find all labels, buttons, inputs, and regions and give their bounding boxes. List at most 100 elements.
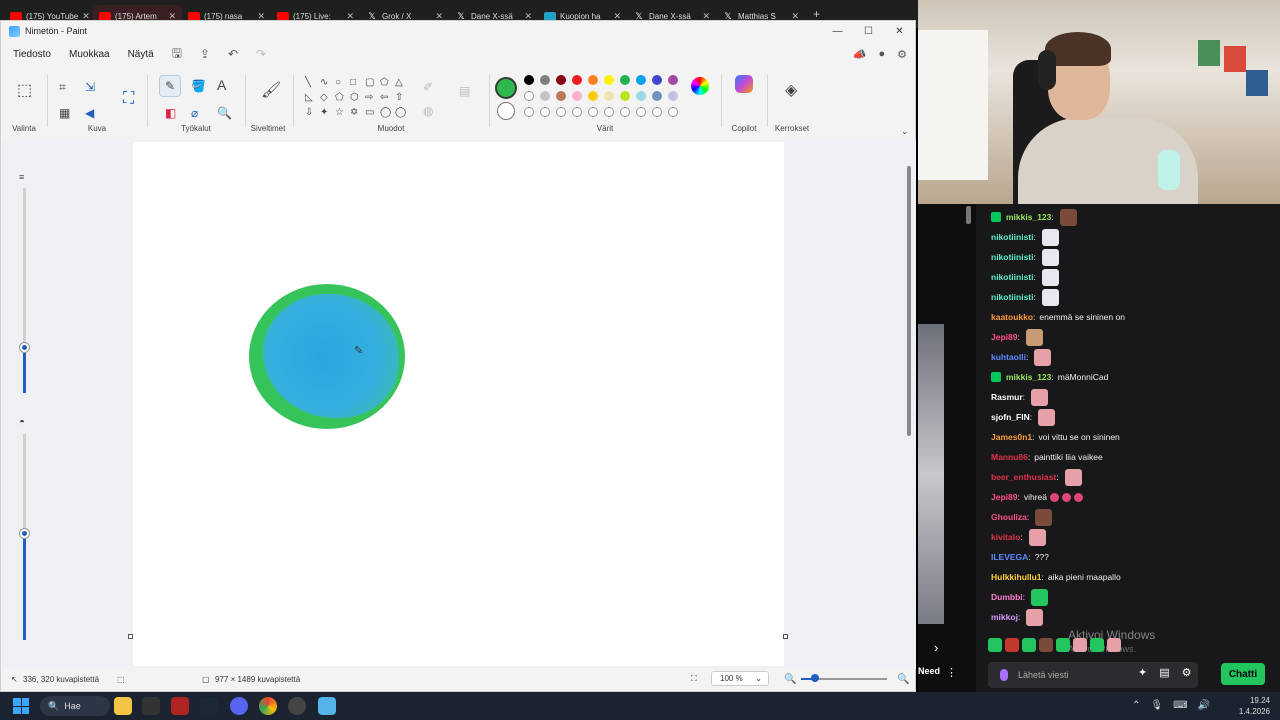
- settings-icon[interactable]: ⚙: [897, 48, 907, 61]
- emote-icon[interactable]: [1056, 638, 1070, 652]
- opacity-knob[interactable]: [20, 529, 29, 538]
- feedback-icon[interactable]: 📣: [853, 48, 867, 61]
- emote-icon[interactable]: [1107, 638, 1121, 652]
- rotate-icon[interactable]: ◀: [85, 107, 94, 119]
- brush-size-knob[interactable]: [20, 343, 29, 352]
- chrome-icon[interactable]: [259, 697, 277, 715]
- shape-hexagon-icon[interactable]: ⬡: [350, 92, 359, 104]
- pencil-icon[interactable]: ✎: [165, 80, 175, 92]
- chevron-right-icon[interactable]: ›: [934, 640, 938, 655]
- undo-icon[interactable]: ↶: [228, 47, 238, 61]
- minimize-button[interactable]: —: [822, 21, 853, 41]
- more-options-icon[interactable]: ⋮: [946, 666, 957, 679]
- color-swatch[interactable]: [524, 75, 534, 85]
- chat-username[interactable]: beer_enthusiast: [991, 472, 1056, 482]
- custom-color-slot[interactable]: [540, 107, 550, 117]
- chat-username[interactable]: Dumbbi: [991, 592, 1023, 602]
- chat-username[interactable]: mikkis_123: [1006, 212, 1051, 222]
- zoom-in-icon[interactable]: 🔍: [897, 674, 909, 685]
- color-swatch[interactable]: [668, 91, 678, 101]
- volume-icon[interactable]: 🔊: [1198, 700, 1210, 711]
- custom-color-slot[interactable]: [572, 107, 582, 117]
- shape-star6-icon[interactable]: ✡: [350, 107, 358, 119]
- taskbar-search[interactable]: 🔍 Hae: [40, 696, 110, 716]
- color-picker-icon[interactable]: ⌀: [191, 107, 198, 119]
- chat-username[interactable]: ILEVEGA: [991, 552, 1028, 562]
- shape-curve-icon[interactable]: ∿: [320, 77, 328, 89]
- discord-icon[interactable]: [230, 697, 248, 715]
- outline-icon[interactable]: ✐: [423, 81, 433, 93]
- emote-icon[interactable]: [1041, 268, 1059, 286]
- color-swatch[interactable]: [556, 75, 566, 85]
- resize-icon[interactable]: ⇲: [85, 81, 95, 93]
- close-button[interactable]: ✕: [884, 21, 915, 41]
- chat-send-button[interactable]: Chatti: [1221, 663, 1265, 685]
- emote-icon[interactable]: [1041, 248, 1059, 266]
- chat-username[interactable]: mikkoj: [991, 612, 1018, 622]
- layers-icon[interactable]: ◈: [785, 83, 797, 99]
- shape-arrow-up-icon[interactable]: ⇧: [395, 92, 403, 104]
- zoom-out-icon[interactable]: 🔍: [784, 674, 796, 685]
- emote-icon[interactable]: [1031, 588, 1049, 606]
- account-icon[interactable]: ●: [878, 48, 885, 61]
- chat-username[interactable]: kuhtaolli: [991, 352, 1026, 362]
- emote-icon[interactable]: [1025, 328, 1043, 346]
- brush-icon[interactable]: 🖌: [261, 83, 281, 99]
- opacity-track[interactable]: [23, 434, 26, 534]
- paint-taskbar-icon[interactable]: [318, 697, 336, 715]
- fill-icon[interactable]: 🪣: [191, 80, 206, 92]
- chat-username[interactable]: Ghouliza: [991, 512, 1027, 522]
- shape-rounded-rect-icon[interactable]: ▢: [365, 77, 374, 89]
- chat-username[interactable]: Hulkkihullu1: [991, 572, 1042, 582]
- obs-icon[interactable]: [288, 697, 306, 715]
- maximize-button[interactable]: ☐: [853, 21, 884, 41]
- emote-icon[interactable]: [1059, 208, 1077, 226]
- netflix-icon[interactable]: [171, 697, 189, 715]
- shape-diamond-icon[interactable]: ◇: [320, 92, 328, 104]
- emote-icon[interactable]: [1041, 228, 1059, 246]
- color-swatch[interactable]: [572, 91, 582, 101]
- emote-icon[interactable]: [1005, 638, 1019, 652]
- eraser-icon[interactable]: ◧: [165, 107, 176, 119]
- shape-arrow-down-icon[interactable]: ⇩: [305, 107, 313, 119]
- color-swatch[interactable]: [636, 75, 646, 85]
- store-icon[interactable]: ▤: [1159, 666, 1169, 679]
- shape-callout-cloud-icon[interactable]: ◯: [395, 107, 406, 119]
- zoom-slider-knob[interactable]: [811, 674, 819, 682]
- network-icon[interactable]: ⌨: [1173, 700, 1187, 711]
- color-swatch[interactable]: [604, 75, 614, 85]
- shape-star4-icon[interactable]: ✦: [320, 107, 328, 119]
- emote-icon[interactable]: [1022, 638, 1036, 652]
- drawing-canvas[interactable]: [133, 142, 784, 666]
- select-rectangle-icon[interactable]: ⬚: [17, 83, 32, 99]
- color-swatch[interactable]: [524, 91, 534, 101]
- magnifier-icon[interactable]: 🔍: [217, 107, 232, 119]
- emote-icon[interactable]: [1041, 288, 1059, 306]
- secondary-color[interactable]: [497, 102, 515, 120]
- custom-color-slot[interactable]: [668, 107, 678, 117]
- image-background-icon[interactable]: ⛶: [123, 91, 134, 107]
- file-explorer-icon[interactable]: [114, 697, 132, 715]
- chat-username[interactable]: sjofn_FIN: [991, 412, 1030, 422]
- capcut-icon[interactable]: [142, 697, 160, 715]
- color-swatch[interactable]: [556, 91, 566, 101]
- chat-username[interactable]: James0n1: [991, 432, 1032, 442]
- color-swatch[interactable]: [540, 75, 550, 85]
- emote-icon[interactable]: [988, 638, 1002, 652]
- custom-color-slot[interactable]: [620, 107, 630, 117]
- shape-callout-oval-icon[interactable]: ◯: [380, 107, 391, 119]
- shape-right-triangle-icon[interactable]: ◺: [305, 92, 313, 104]
- text-icon[interactable]: A: [217, 78, 226, 92]
- custom-color-slot[interactable]: [556, 107, 566, 117]
- color-swatch[interactable]: [620, 91, 630, 101]
- crop-icon[interactable]: ⌗: [59, 81, 66, 93]
- emote-icon[interactable]: [1028, 528, 1046, 546]
- chat-settings-icon[interactable]: ⚙: [1182, 666, 1192, 679]
- chat-username[interactable]: nikotiinisti: [991, 252, 1034, 262]
- vertical-scrollbar[interactable]: [907, 166, 911, 436]
- emote-icon[interactable]: [1026, 608, 1044, 626]
- emote-icon[interactable]: [1031, 388, 1049, 406]
- chat-scrollbar[interactable]: [966, 206, 971, 224]
- menu-file[interactable]: Tiedosto: [13, 49, 51, 60]
- menu-view[interactable]: Näytä: [128, 49, 154, 60]
